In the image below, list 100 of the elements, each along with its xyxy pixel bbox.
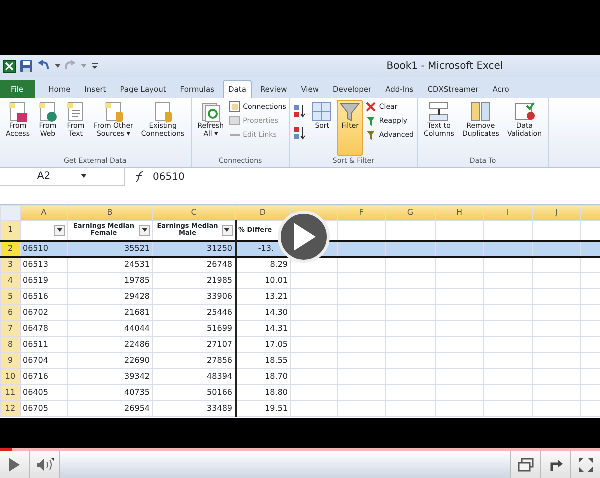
table-cell: 25446 — [152, 304, 236, 320]
column-header: J — [532, 206, 580, 220]
table-cell: 13.21 — [236, 288, 290, 304]
row-header[interactable]: 2 — [0, 240, 20, 256]
table-cell: 24531 — [68, 256, 152, 272]
row-header[interactable]: 6 — [0, 304, 20, 320]
text-document-icon — [66, 102, 86, 122]
name-box[interactable]: A2 — [0, 168, 125, 186]
caret-icon — [81, 63, 87, 69]
database-document-icon — [104, 102, 124, 122]
sort-descending-icon — [293, 126, 308, 140]
customize-toolbar-icon[interactable] — [91, 61, 99, 71]
table-cell: 06519 — [20, 272, 68, 288]
redo-icon — [65, 60, 77, 72]
properties-icon — [229, 115, 242, 127]
table-cell: 29428 — [68, 288, 152, 304]
table-cell: 26954 — [68, 400, 152, 416]
text-to-columns-icon — [429, 102, 450, 122]
connections-icon — [229, 101, 242, 113]
database-document-icon — [153, 102, 174, 122]
remove-duplicates-icon — [470, 102, 491, 122]
filter-dropdown-button[interactable] — [222, 224, 232, 236]
column-header: C — [152, 206, 236, 220]
table-cell: 06513 — [20, 256, 68, 272]
database-document-icon — [8, 102, 28, 122]
table-cell: 19.51 — [236, 400, 290, 416]
sort-descending-button[interactable] — [293, 126, 308, 140]
volume-button[interactable] — [30, 451, 60, 478]
table-cell: 33906 — [152, 288, 236, 304]
caret-icon[interactable] — [55, 63, 61, 69]
function-icon[interactable] — [133, 171, 145, 184]
table-cell: 14.31 — [236, 320, 290, 336]
column-header: B — [68, 206, 152, 220]
column-header: H — [436, 206, 484, 220]
sort-ascending-icon — [293, 104, 308, 118]
table-cell: 18.70 — [236, 368, 290, 384]
table-cell: 06702 — [20, 304, 68, 320]
filter-dropdown-button[interactable] — [54, 224, 65, 236]
play-button[interactable] — [0, 451, 30, 478]
sort-icon — [312, 102, 332, 122]
refresh-icon — [200, 102, 221, 122]
table-cell: 48394 — [152, 368, 236, 384]
reapply-filter-icon — [365, 115, 378, 127]
table-cell: 21985 — [152, 272, 236, 288]
formula-field[interactable]: 06510 — [153, 168, 600, 204]
fullscreen-button[interactable] — [570, 451, 600, 478]
globe-document-icon — [38, 102, 58, 122]
share-button[interactable] — [540, 451, 570, 478]
table-cell: 10.01 — [236, 272, 290, 288]
row-header[interactable]: 9 — [0, 352, 20, 368]
row-header[interactable]: 1 — [0, 220, 20, 240]
play-icon — [292, 223, 316, 251]
table-cell: 22486 — [68, 336, 152, 352]
table-cell: 06478 — [20, 320, 68, 336]
table-cell: 39342 — [68, 368, 152, 384]
caret-icon[interactable] — [80, 174, 87, 179]
row-header[interactable]: 5 — [0, 288, 20, 304]
table-cell: 44044 — [68, 320, 152, 336]
row-header[interactable]: 12 — [0, 400, 20, 416]
table-cell: 27107 — [152, 336, 236, 352]
sort-ascending-button[interactable] — [293, 104, 308, 118]
table-cell: 19785 — [68, 272, 152, 288]
filter-icon — [340, 102, 360, 122]
table-cell: 40735 — [68, 384, 152, 400]
row-header[interactable]: 11 — [0, 384, 20, 400]
table-cell: 50166 — [152, 384, 236, 400]
windows-icon — [518, 458, 534, 472]
window-mode-button[interactable] — [510, 451, 540, 478]
table-cell: 06704 — [20, 352, 68, 368]
table-cell: 22690 — [68, 352, 152, 368]
filter-dropdown-button[interactable] — [139, 224, 150, 236]
column-header: I — [484, 206, 532, 220]
row-header[interactable]: 7 — [0, 320, 20, 336]
advanced-filter-icon — [365, 129, 378, 141]
volume-icon — [36, 458, 54, 472]
table-cell: 31250 — [152, 240, 236, 256]
table-cell: 18.80 — [236, 384, 290, 400]
column-header: F — [338, 206, 386, 220]
save-icon[interactable] — [20, 60, 33, 72]
row-header[interactable]: 4 — [0, 272, 20, 288]
caret-icon — [56, 228, 62, 232]
table-cell: 27856 — [152, 352, 236, 368]
table-cell: 06405 — [20, 384, 68, 400]
caret-icon — [224, 228, 230, 232]
table-cell: 21681 — [68, 304, 152, 320]
table-cell: 14.30 — [236, 304, 290, 320]
table-cell: 06516 — [20, 288, 68, 304]
fullscreen-icon — [578, 456, 594, 472]
caret-icon — [142, 228, 148, 232]
excel-icon — [3, 60, 16, 72]
table-cell: 06705 — [20, 400, 68, 416]
clear-filter-icon — [365, 101, 378, 113]
undo-icon[interactable] — [37, 60, 51, 72]
table-cell: 06716 — [20, 368, 68, 384]
table-cell: 17.05 — [236, 336, 290, 352]
row-header[interactable]: 10 — [0, 368, 20, 384]
table-cell: 26748 — [152, 256, 236, 272]
row-header[interactable]: 8 — [0, 336, 20, 352]
column-header: D — [236, 206, 290, 220]
table-cell: 35521 — [68, 240, 152, 256]
